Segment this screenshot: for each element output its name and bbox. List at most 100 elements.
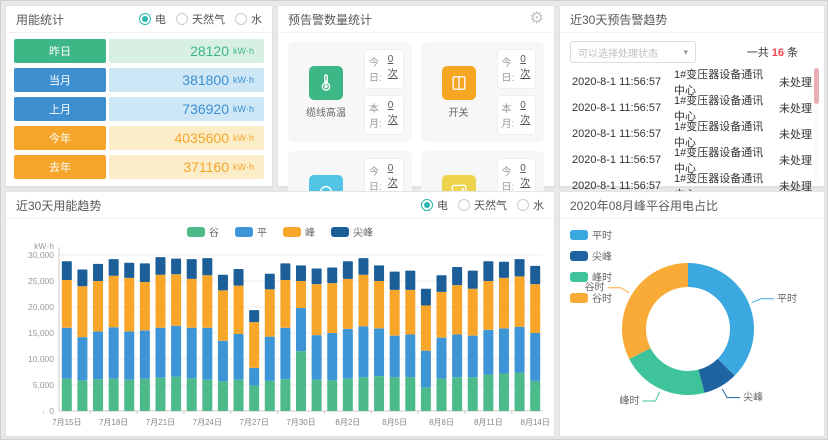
- bar-segment-谷: [515, 373, 525, 411]
- stat-row: 上月736920kW·h: [14, 97, 264, 121]
- bar-segment-峰: [405, 290, 415, 335]
- bar-segment-峰: [483, 281, 493, 330]
- radio-天然气[interactable]: 天然气: [176, 11, 225, 27]
- bar-segment-平: [140, 330, 150, 378]
- alarm-tile-label: 开关: [449, 104, 469, 119]
- bar-segment-峰: [358, 275, 368, 326]
- bar-segment-峰: [234, 286, 244, 334]
- bar-segment-尖峰: [234, 269, 244, 286]
- bar-segment-平: [218, 341, 228, 382]
- bar-segment-尖峰: [343, 261, 353, 279]
- x-tick-label: 7月30日: [286, 418, 315, 427]
- bar-segment-尖峰: [202, 258, 212, 275]
- bar-segment-平: [515, 327, 525, 373]
- alarm-tile-stats: 今日:0次本月:0次: [364, 49, 404, 135]
- bar-segment-平: [452, 335, 462, 378]
- count-value-link[interactable]: 0次: [388, 100, 399, 130]
- donut-slice-label: 尖峰: [743, 391, 763, 404]
- donut-chart-legend: 平时尖峰峰时谷时: [570, 224, 612, 308]
- scrollbar-thumb[interactable]: [814, 68, 819, 104]
- radio-label: 天然气: [192, 11, 225, 27]
- bar-segment-峰: [374, 281, 384, 328]
- bar-segment-峰: [312, 284, 322, 335]
- stat-value: 736920kW·h: [109, 97, 264, 121]
- legend-label: 尖峰: [353, 224, 373, 239]
- bar-segment-谷: [187, 378, 197, 411]
- count-value-link[interactable]: 0次: [520, 100, 531, 130]
- bar-segment-尖峰: [483, 261, 493, 281]
- legend-item-尖峰[interactable]: 尖峰: [331, 224, 373, 239]
- legend-label: 峰: [305, 224, 315, 239]
- bar-segment-峰: [296, 281, 306, 308]
- bar-segment-平: [93, 331, 103, 379]
- bar-segment-平: [249, 368, 259, 386]
- bar-segment-谷: [265, 381, 275, 411]
- radio-电[interactable]: 电: [139, 11, 166, 27]
- bar-segment-尖峰: [62, 261, 72, 280]
- stat-number: 4035600: [174, 130, 229, 146]
- bar-segment-谷: [109, 379, 119, 411]
- bar-segment-峰: [218, 290, 228, 340]
- stat-unit: kW·h: [233, 75, 254, 85]
- legend-swatch: [331, 227, 349, 237]
- bar-segment-峰: [327, 283, 337, 333]
- alarm-tile-left: 缆线高温: [296, 66, 356, 119]
- legend-item-平时[interactable]: 平时: [570, 227, 612, 242]
- radio-label: 电: [437, 197, 448, 213]
- legend-item-平[interactable]: 平: [235, 224, 267, 239]
- legend-swatch: [187, 227, 205, 237]
- panel-alarm-stats: 预告警数量统计 ⚙ 缆线高温今日:0次本月:0次开关今日:0次本月:0次烟感今日…: [277, 5, 555, 187]
- legend-item-谷时[interactable]: 谷时: [570, 290, 612, 305]
- stat-row: 去年371160kW·h: [14, 155, 264, 179]
- count-value-link[interactable]: 0次: [520, 163, 531, 193]
- today-count: 今日:0次: [497, 49, 537, 89]
- status-filter-select[interactable]: 可以选择处理状态 ▾: [570, 41, 696, 63]
- bar-segment-尖峰: [405, 271, 415, 290]
- bar-segment-平: [421, 351, 431, 388]
- count-label: 今日:: [502, 54, 518, 84]
- radio-label: 天然气: [474, 197, 507, 213]
- bar-segment-峰: [155, 275, 165, 328]
- radio-电[interactable]: 电: [421, 197, 448, 213]
- donut-leader-line: [642, 392, 659, 401]
- count-value-link[interactable]: 0次: [388, 163, 399, 193]
- legend-item-峰[interactable]: 峰: [283, 224, 315, 239]
- bar-segment-尖峰: [187, 259, 197, 279]
- legend-label: 谷时: [592, 290, 612, 305]
- radio-天然气[interactable]: 天然气: [458, 197, 507, 213]
- x-tick-label: 7月27日: [239, 418, 268, 427]
- panel-title: 2020年08月峰平谷用电占比: [570, 197, 718, 214]
- alarm-status: 未处理: [774, 152, 812, 168]
- gear-icon[interactable]: ⚙: [530, 11, 544, 27]
- x-tick-label: 8月11日: [474, 418, 503, 427]
- legend-item-谷[interactable]: 谷: [187, 224, 219, 239]
- donut-slice-label: 峰时: [619, 395, 639, 407]
- stat-row: 当月381800kW·h: [14, 68, 264, 92]
- bar-segment-平: [499, 328, 509, 373]
- panel-title: 近30天预告警趋势: [570, 11, 667, 28]
- x-tick-label: 8月5日: [382, 418, 407, 427]
- scrollbar[interactable]: [814, 68, 819, 182]
- legend-swatch: [570, 293, 588, 303]
- donut-slice-峰时[interactable]: [629, 348, 704, 395]
- alarm-tile-stats: 今日:0次本月:0次: [497, 49, 537, 135]
- radio-水[interactable]: 水: [517, 197, 544, 213]
- donut-slice-谷时[interactable]: [622, 263, 688, 359]
- legend-item-尖峰[interactable]: 尖峰: [570, 248, 612, 263]
- bar-segment-谷: [77, 380, 87, 411]
- count-value-link[interactable]: 0次: [388, 54, 399, 84]
- bar-segment-平: [171, 326, 181, 377]
- stat-value: 371160kW·h: [109, 155, 264, 179]
- count-label: 今日:: [369, 163, 385, 193]
- bar-segment-峰: [390, 290, 400, 336]
- bar-segment-谷: [421, 388, 431, 411]
- donut-slice-平时[interactable]: [688, 263, 754, 376]
- radio-水[interactable]: 水: [235, 11, 262, 27]
- stat-value: 28120kW·h: [109, 39, 264, 63]
- bar-segment-峰: [171, 274, 181, 325]
- legend-item-峰时[interactable]: 峰时: [570, 269, 612, 284]
- count-value-link[interactable]: 0次: [520, 54, 531, 84]
- month-count: 本月:0次: [497, 95, 537, 135]
- bar-segment-峰: [77, 286, 87, 337]
- bar-segment-平: [327, 333, 337, 380]
